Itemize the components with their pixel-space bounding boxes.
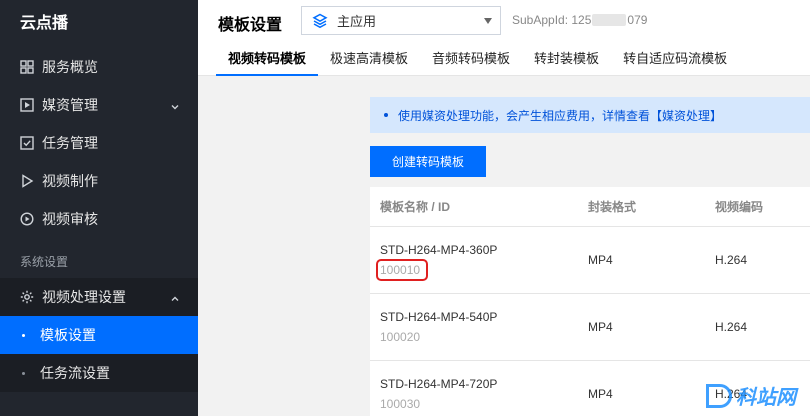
tab-video-transcode[interactable]: 视频转码模板 (216, 44, 319, 76)
masked-value (592, 14, 627, 26)
sidebar-item-label: 视频制作 (42, 173, 98, 189)
brand-logo: 云点播 (20, 15, 69, 32)
subappid-label: SubAppId: 125 (512, 13, 592, 27)
sidebar-subitem-taskflow-settings[interactable]: 任务流设置 (0, 354, 198, 392)
watermark-text: 科站网 (736, 387, 796, 409)
tab-audio-transcode[interactable]: 音频转码模板 (420, 44, 522, 76)
page-title: 模板设置 (218, 17, 283, 34)
sidebar-item-processing-settings[interactable]: 视频处理设置 (0, 278, 198, 316)
sidebar-group-processing: 视频处理设置 模板设置 任务流设置 (0, 278, 198, 392)
caret-down-icon (484, 18, 492, 24)
cell-name-id: STD-H264-MP4-720P 100030 (370, 377, 588, 411)
bullet-dot-icon (22, 333, 25, 337)
sidebar: 云点播 服务概览 媒资管理 任务管理 视频制作 视频审核 系统设置 视频处理设置… (0, 0, 198, 416)
sidebar-item-label: 任务管理 (42, 135, 98, 151)
check-square-icon (20, 136, 34, 150)
cell-codec: H.264 (715, 253, 748, 267)
page-header: 模板设置 主应用 SubAppId: 125 079 视频转码模板 极速高清模板… (198, 0, 810, 76)
sidebar-item-tasks[interactable]: 任务管理 (0, 124, 198, 162)
sidebar-item-review[interactable]: 视频审核 (0, 200, 198, 238)
layers-icon (312, 13, 328, 29)
app-select[interactable]: 主应用 (301, 6, 501, 35)
template-id: 100030 (380, 397, 421, 411)
grid-icon (20, 60, 34, 74)
chevron-up-icon (170, 291, 180, 301)
gear-icon (20, 290, 34, 304)
cell-name-id: STD-H264-MP4-540P 100020 (370, 310, 588, 344)
sidebar-subitem-label: 模板设置 (40, 327, 96, 343)
watermark-d-icon (706, 383, 732, 408)
table-header: 模板名称 / ID 封装格式 视频编码 (370, 187, 810, 227)
sidebar-item-overview[interactable]: 服务概览 (0, 48, 198, 86)
cell-name-id: STD-H264-MP4-360P 100010 (370, 243, 588, 281)
play-triangle-icon (20, 174, 34, 188)
create-transcode-template-button[interactable]: 创建转码模板 (370, 146, 486, 177)
tab-hd-transcode[interactable]: 极速高清模板 (318, 44, 420, 76)
sidebar-section-label: 系统设置 (20, 255, 69, 269)
table-row[interactable]: STD-H264-MP4-360P 100010 MP4 H.264 (370, 227, 810, 294)
cell-format: MP4 (588, 387, 613, 401)
bullet-dot-icon (384, 113, 388, 117)
app-window: 云点播 服务概览 媒资管理 任务管理 视频制作 视频审核 系统设置 视频处理设置… (0, 0, 810, 416)
table-row[interactable]: STD-H264-MP4-540P 100020 MP4 H.264 (370, 294, 810, 361)
subappid-display: SubAppId: 125 079 (512, 13, 647, 27)
tab-adaptive-stream[interactable]: 转自适应码流模板 (611, 44, 739, 76)
sidebar-item-media[interactable]: 媒资管理 (0, 86, 198, 124)
cell-codec: H.264 (715, 320, 748, 334)
play-square-icon (20, 98, 34, 112)
sidebar-item-label: 视频处理设置 (42, 289, 126, 305)
sidebar-item-production[interactable]: 视频制作 (0, 162, 198, 200)
info-notice: 使用媒资处理功能，会产生相应费用，详情查看【媒资处理】 (370, 97, 810, 133)
cell-format: MP4 (588, 320, 613, 334)
column-header-name: 模板名称 / ID (380, 200, 451, 214)
template-tabs: 视频转码模板 极速高清模板 音频转码模板 转封装模板 转自适应码流模板 (216, 44, 739, 76)
main-content: 使用媒资处理功能，会产生相应费用，详情查看【媒资处理】 创建转码模板 模板名称 … (198, 77, 810, 416)
watermark-logo: 科站网 (706, 381, 796, 410)
subappid-tail: 079 (627, 13, 648, 27)
sidebar-subitem-label: 任务流设置 (40, 365, 110, 381)
cell-format: MP4 (588, 253, 613, 267)
template-name: STD-H264-MP4-540P (380, 310, 498, 324)
info-notice-text[interactable]: 使用媒资处理功能，会产生相应费用，详情查看【媒资处理】 (398, 107, 722, 124)
app-select-value: 主应用 (337, 14, 377, 29)
column-header-format: 封装格式 (588, 200, 637, 214)
play-circle-icon (20, 212, 34, 226)
template-name: STD-H264-MP4-720P (380, 377, 498, 391)
bullet-dot-icon (22, 371, 25, 375)
chevron-down-icon (170, 99, 180, 110)
template-id: 100020 (380, 330, 421, 344)
sidebar-item-label: 视频审核 (42, 211, 98, 227)
template-id: 100010 (375, 259, 429, 281)
column-header-codec: 视频编码 (715, 200, 764, 214)
template-name: STD-H264-MP4-360P (380, 243, 498, 257)
sidebar-item-label: 服务概览 (42, 59, 98, 75)
tab-remux[interactable]: 转封装模板 (522, 44, 611, 76)
sidebar-item-label: 媒资管理 (42, 97, 98, 113)
sidebar-subitem-template-settings[interactable]: 模板设置 (0, 316, 198, 354)
